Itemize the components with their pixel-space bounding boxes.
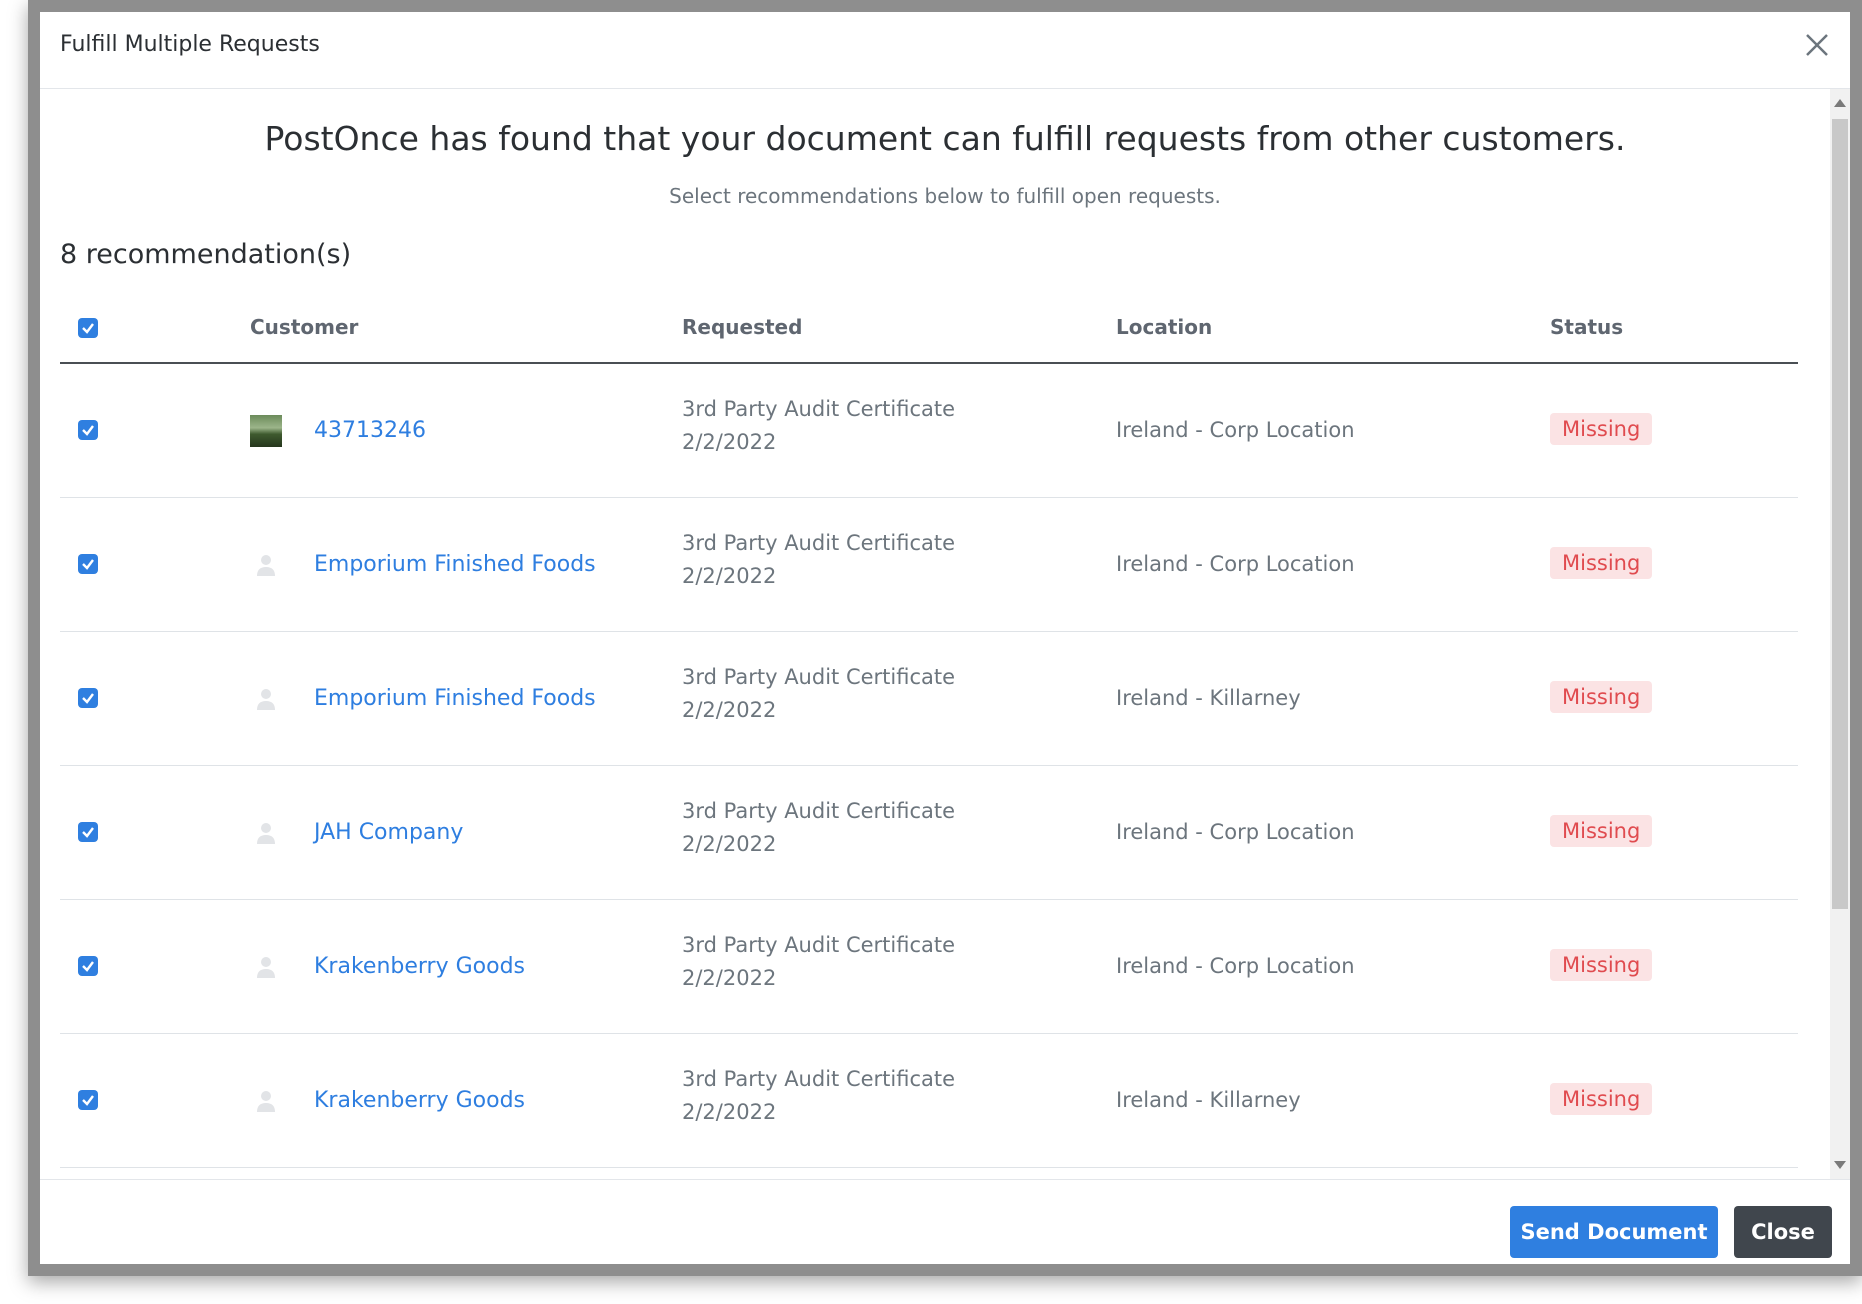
customer-link[interactable]: JAH Company (314, 820, 463, 845)
table-row: Krakenberry Goods 3rd Party Audit Certif… (60, 1034, 1798, 1168)
status-badge: Missing (1550, 1083, 1653, 1115)
requested-date: 2/2/2022 (682, 966, 777, 990)
row-checkbox[interactable] (78, 956, 98, 976)
select-all-checkbox[interactable] (78, 318, 98, 338)
column-header-location[interactable]: Location (1116, 315, 1212, 339)
column-header-customer[interactable]: Customer (250, 315, 358, 339)
dialog-footer: Send Document Close (40, 1179, 1850, 1264)
requested-date: 2/2/2022 (682, 1100, 777, 1124)
table-row: Krakenberry Goods 3rd Party Audit Certif… (60, 900, 1798, 1034)
location-text: Ireland - Corp Location (1116, 820, 1355, 844)
dialog-subline: Select recommendations below to fulfill … (669, 184, 1221, 208)
location-text: Ireland - Corp Location (1116, 954, 1355, 978)
row-checkbox[interactable] (78, 420, 98, 440)
location-text: Ireland - Killarney (1116, 1088, 1301, 1112)
location-text: Ireland - Corp Location (1116, 418, 1355, 442)
dialog-header: Fulfill Multiple Requests (40, 12, 1850, 89)
requested-document: 3rd Party Audit Certificate (682, 1067, 956, 1091)
scrollbar-thumb[interactable] (1832, 119, 1848, 909)
scroll-up-arrow-icon[interactable] (1834, 99, 1846, 107)
dialog-scrollbar[interactable] (1830, 89, 1850, 1179)
table-row: 43713246 3rd Party Audit Certificate 2/2… (60, 364, 1798, 498)
fulfill-requests-dialog: Fulfill Multiple Requests PostOnce has f… (40, 12, 1850, 1264)
customer-link[interactable]: 43713246 (314, 418, 426, 443)
customer-photo-avatar (250, 415, 282, 447)
close-button[interactable]: Close (1734, 1206, 1832, 1258)
dialog-title: Fulfill Multiple Requests (60, 32, 320, 57)
status-badge: Missing (1550, 949, 1653, 981)
row-checkbox[interactable] (78, 822, 98, 842)
row-checkbox[interactable] (78, 554, 98, 574)
customer-link[interactable]: Emporium Finished Foods (314, 552, 596, 577)
requested-date: 2/2/2022 (682, 832, 777, 856)
status-badge: Missing (1550, 413, 1653, 445)
requested-date: 2/2/2022 (682, 430, 777, 454)
user-placeholder-icon (250, 683, 282, 715)
customer-link[interactable]: Emporium Finished Foods (314, 686, 596, 711)
requested-document: 3rd Party Audit Certificate (682, 665, 956, 689)
status-badge: Missing (1550, 547, 1653, 579)
dialog-body[interactable]: PostOnce has found that your document ca… (40, 89, 1850, 1179)
recommendations-table: Customer Requested Location Status 43713… (60, 294, 1798, 1168)
user-placeholder-icon (250, 549, 282, 581)
send-document-button[interactable]: Send Document (1510, 1206, 1718, 1258)
user-placeholder-icon (250, 1085, 282, 1117)
user-placeholder-icon (250, 817, 282, 849)
recommendation-count: 8 recommendation(s) (60, 239, 352, 270)
table-row: JAH Company 3rd Party Audit Certificate … (60, 766, 1798, 900)
requested-document: 3rd Party Audit Certificate (682, 933, 956, 957)
status-badge: Missing (1550, 681, 1653, 713)
customer-link[interactable]: Krakenberry Goods (314, 954, 525, 979)
requested-document: 3rd Party Audit Certificate (682, 397, 956, 421)
location-text: Ireland - Corp Location (1116, 552, 1355, 576)
requested-document: 3rd Party Audit Certificate (682, 799, 956, 823)
column-header-requested[interactable]: Requested (682, 315, 802, 339)
location-text: Ireland - Killarney (1116, 686, 1301, 710)
row-checkbox[interactable] (78, 688, 98, 708)
table-row: Emporium Finished Foods 3rd Party Audit … (60, 632, 1798, 766)
table-header: Customer Requested Location Status (60, 294, 1798, 364)
row-checkbox[interactable] (78, 1090, 98, 1110)
requested-date: 2/2/2022 (682, 564, 777, 588)
column-header-status[interactable]: Status (1550, 315, 1623, 339)
requested-date: 2/2/2022 (682, 698, 777, 722)
scroll-down-arrow-icon[interactable] (1834, 1161, 1846, 1169)
user-placeholder-icon (250, 951, 282, 983)
status-badge: Missing (1550, 815, 1653, 847)
dialog-headline: PostOnce has found that your document ca… (264, 119, 1626, 158)
requested-document: 3rd Party Audit Certificate (682, 531, 956, 555)
customer-link[interactable]: Krakenberry Goods (314, 1088, 525, 1113)
table-row: Emporium Finished Foods 3rd Party Audit … (60, 498, 1798, 632)
close-icon[interactable] (1798, 26, 1836, 64)
